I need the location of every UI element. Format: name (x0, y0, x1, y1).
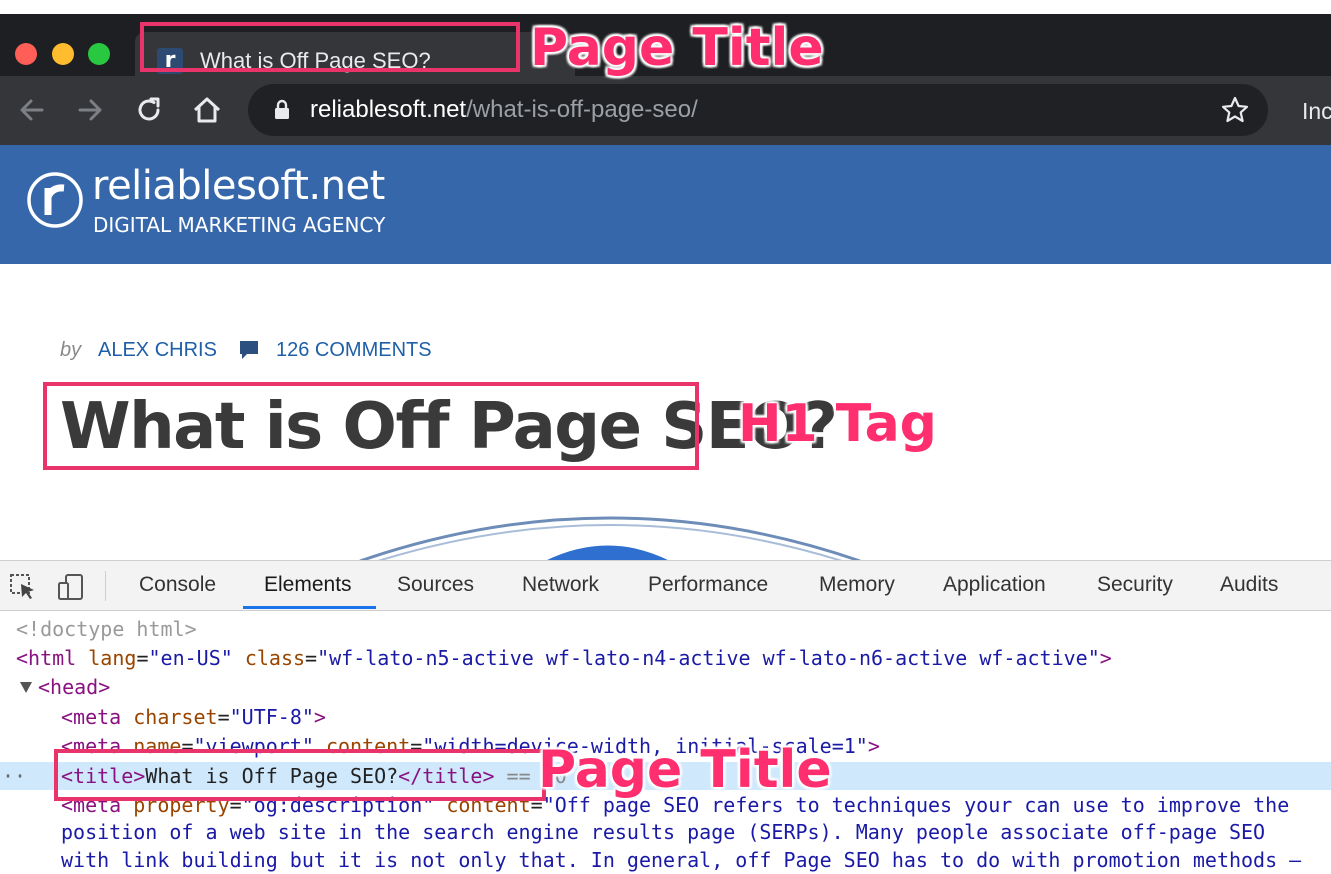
html-close: > (1099, 646, 1112, 670)
html-class-val: "wf-lato-n5-active wf-lato-n4-active wf-… (317, 646, 1100, 670)
minimize-window-button[interactable] (52, 43, 74, 65)
device-toolbar-icon[interactable] (57, 573, 85, 601)
tab-sources[interactable]: Sources (397, 573, 474, 597)
meta-viewport-close: > (867, 734, 880, 758)
dom-line-doctype[interactable]: <!doctype html> (0, 615, 1331, 643)
annotation-label-h1-tag: H1 Tag (738, 394, 937, 454)
close-window-button[interactable] (15, 43, 37, 65)
tab-audits[interactable]: Audits (1220, 573, 1278, 597)
author-link[interactable]: ALEX CHRIS (98, 339, 217, 362)
tab-memory[interactable]: Memory (819, 573, 895, 597)
annotation-label-page-title-top: Page Title (530, 18, 824, 78)
html-tag-text: <html lang="en-US" class="wf-lato-n5-act… (16, 646, 1112, 670)
reliablesoft-logo-icon[interactable] (26, 171, 84, 229)
site-header: reliablesoft.net DIGITAL MARKETING AGENC… (0, 145, 1331, 264)
head-tag: <head> (38, 675, 111, 699)
meta-charset-text: <meta charset="UTF-8"> (61, 705, 326, 729)
dom-line-og-description-cont1[interactable]: position of a web site in the search eng… (0, 818, 1331, 846)
logo-name[interactable]: reliablesoft.net (92, 163, 385, 209)
annotation-box-tab-title (140, 22, 520, 72)
annotation-box-title-tag (54, 749, 546, 801)
tab-elements[interactable]: Elements (264, 573, 352, 597)
lock-icon[interactable] (270, 98, 294, 122)
element-picker-icon[interactable] (9, 573, 37, 601)
tab-performance[interactable]: Performance (648, 573, 768, 597)
expand-triangle-icon[interactable] (20, 682, 32, 693)
comments-link[interactable]: 126 COMMENTS (276, 339, 432, 362)
tab-security[interactable]: Security (1097, 573, 1173, 597)
meta-charset-val: "UTF-8" (229, 705, 314, 729)
url-text[interactable]: reliablesoft.net/what-is-off-page-seo/ (310, 96, 698, 124)
article-byline: by ALEX CHRIS 126 COMMENTS (60, 339, 432, 362)
row-ellipsis-icon[interactable]: ·· (2, 762, 26, 790)
devtools-tab-bar: Console Elements Sources Network Perform… (0, 560, 1331, 611)
tab-console[interactable]: Console (139, 573, 216, 597)
html-class-attr: class (244, 646, 306, 670)
comment-icon (240, 341, 258, 359)
profile-label[interactable]: Inc (1302, 98, 1331, 125)
address-bar[interactable]: reliablesoft.net/what-is-off-page-seo/ (248, 84, 1268, 136)
tab-network[interactable]: Network (522, 573, 599, 597)
home-icon[interactable] (190, 93, 224, 127)
html-open: <html (16, 646, 77, 670)
tab-application[interactable]: Application (943, 573, 1046, 597)
url-domain: reliablesoft.net (310, 96, 467, 123)
hero-illustration (359, 516, 861, 561)
doctype-text: <!doctype html> (16, 617, 197, 641)
dom-line-og-description-cont2[interactable]: with link building but it is not only th… (0, 846, 1331, 874)
maximize-window-button[interactable] (88, 43, 110, 65)
bookmark-star-icon[interactable] (1220, 95, 1250, 125)
html-lang-val: "en-US" (148, 646, 233, 670)
annotation-box-h1 (43, 382, 699, 470)
dom-line-meta-charset[interactable]: <meta charset="UTF-8"> (0, 703, 1331, 731)
toolbar-divider (105, 571, 106, 601)
og-content-line3: with link building but it is not only th… (61, 848, 1302, 872)
url-path: /what-is-off-page-seo/ (466, 96, 698, 123)
window-top-strip (0, 0, 1331, 14)
og-content-line2: position of a web site in the search eng… (61, 820, 1266, 844)
meta-charset-open: <meta (61, 705, 122, 729)
meta-charset-attr: charset (133, 705, 218, 729)
dom-line-head[interactable]: <head> (0, 673, 1331, 701)
meta-charset-close: > (313, 705, 326, 729)
forward-arrow-icon[interactable] (73, 93, 107, 127)
annotation-label-page-title-bottom: Page Title (538, 740, 832, 800)
browser-toolbar: reliablesoft.net/what-is-off-page-seo/ I… (0, 76, 1331, 145)
dom-line-html[interactable]: <html lang="en-US" class="wf-lato-n5-act… (0, 644, 1331, 672)
logo-tagline: DIGITAL MARKETING AGENCY (93, 213, 386, 237)
back-arrow-icon[interactable] (15, 93, 49, 127)
devtools-panel: Console Elements Sources Network Perform… (0, 560, 1331, 873)
active-tab-indicator (243, 606, 376, 609)
reload-icon[interactable] (132, 93, 166, 127)
html-lang-attr: lang (88, 646, 137, 670)
by-label: by (60, 339, 82, 361)
